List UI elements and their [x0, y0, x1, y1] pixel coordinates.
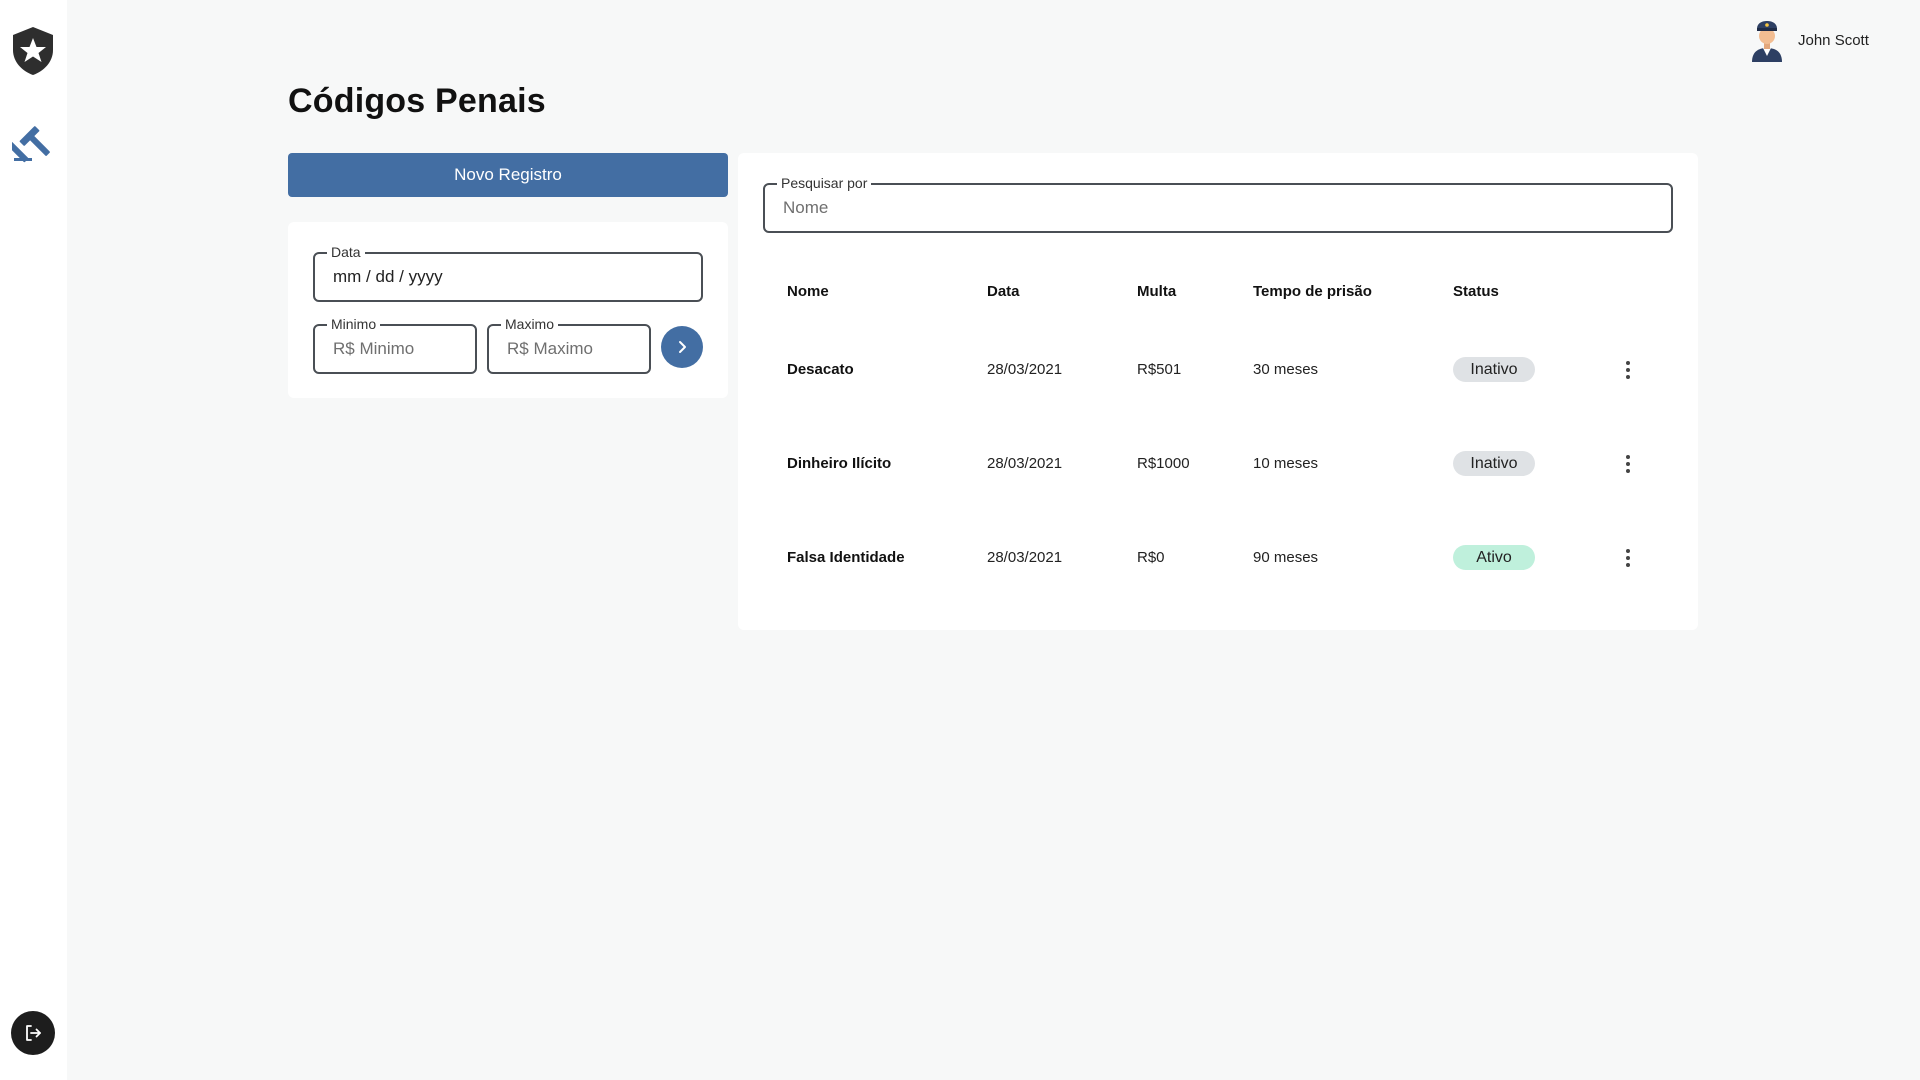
logout-icon — [26, 1025, 41, 1041]
cell-multa: R$501 — [1137, 361, 1182, 378]
new-record-button[interactable]: Novo Registro — [288, 153, 728, 197]
search-field: Pesquisar por — [763, 175, 1673, 233]
cell-data: 28/03/2021 — [987, 455, 1063, 472]
column-header-tempo[interactable]: Tempo de prisão — [1253, 283, 1372, 300]
user-menu[interactable]: John Scott — [1748, 18, 1869, 62]
more-vertical-icon[interactable] — [1618, 544, 1638, 572]
column-header-nome[interactable]: Nome — [787, 283, 829, 300]
logout-button[interactable] — [11, 1011, 55, 1055]
cell-tempo: 90 meses — [1253, 549, 1319, 566]
min-field: Minimo — [313, 316, 477, 374]
police-officer-avatar — [1752, 21, 1782, 62]
sidebar — [0, 0, 67, 1080]
user-name: John Scott — [1798, 31, 1869, 49]
cell-multa: R$1000 — [1137, 455, 1190, 472]
cell-data: 28/03/2021 — [987, 361, 1063, 378]
max-field: Maximo — [487, 316, 651, 374]
column-header-data[interactable]: Data — [987, 283, 1020, 300]
more-vertical-icon[interactable] — [1618, 356, 1638, 384]
cell-nome: Desacato — [787, 361, 854, 378]
chevron-right-icon — [679, 341, 686, 353]
min-input[interactable] — [333, 326, 463, 372]
cell-nome: Dinheiro Ilícito — [787, 455, 892, 472]
status-badge: Inativo — [1453, 357, 1535, 382]
status-badge: Ativo — [1453, 545, 1535, 570]
apply-filter-button[interactable] — [661, 326, 703, 368]
max-input[interactable] — [507, 326, 637, 372]
column-header-multa[interactable]: Multa — [1137, 283, 1176, 300]
date-field: Data — [313, 244, 703, 302]
search-input[interactable] — [783, 185, 1659, 231]
cell-data: 28/03/2021 — [987, 549, 1063, 566]
cell-tempo: 30 meses — [1253, 361, 1319, 378]
page-title: Códigos Penais — [288, 82, 546, 120]
more-vertical-icon[interactable] — [1618, 450, 1638, 478]
status-badge: Inativo — [1453, 451, 1535, 476]
cell-multa: R$0 — [1137, 549, 1165, 566]
date-input[interactable] — [333, 254, 689, 300]
column-header-status[interactable]: Status — [1453, 283, 1499, 300]
police-badge-icon[interactable] — [11, 26, 55, 76]
gavel-icon[interactable] — [12, 123, 52, 163]
cell-tempo: 10 meses — [1253, 455, 1319, 472]
cell-nome: Falsa Identidade — [787, 549, 905, 566]
